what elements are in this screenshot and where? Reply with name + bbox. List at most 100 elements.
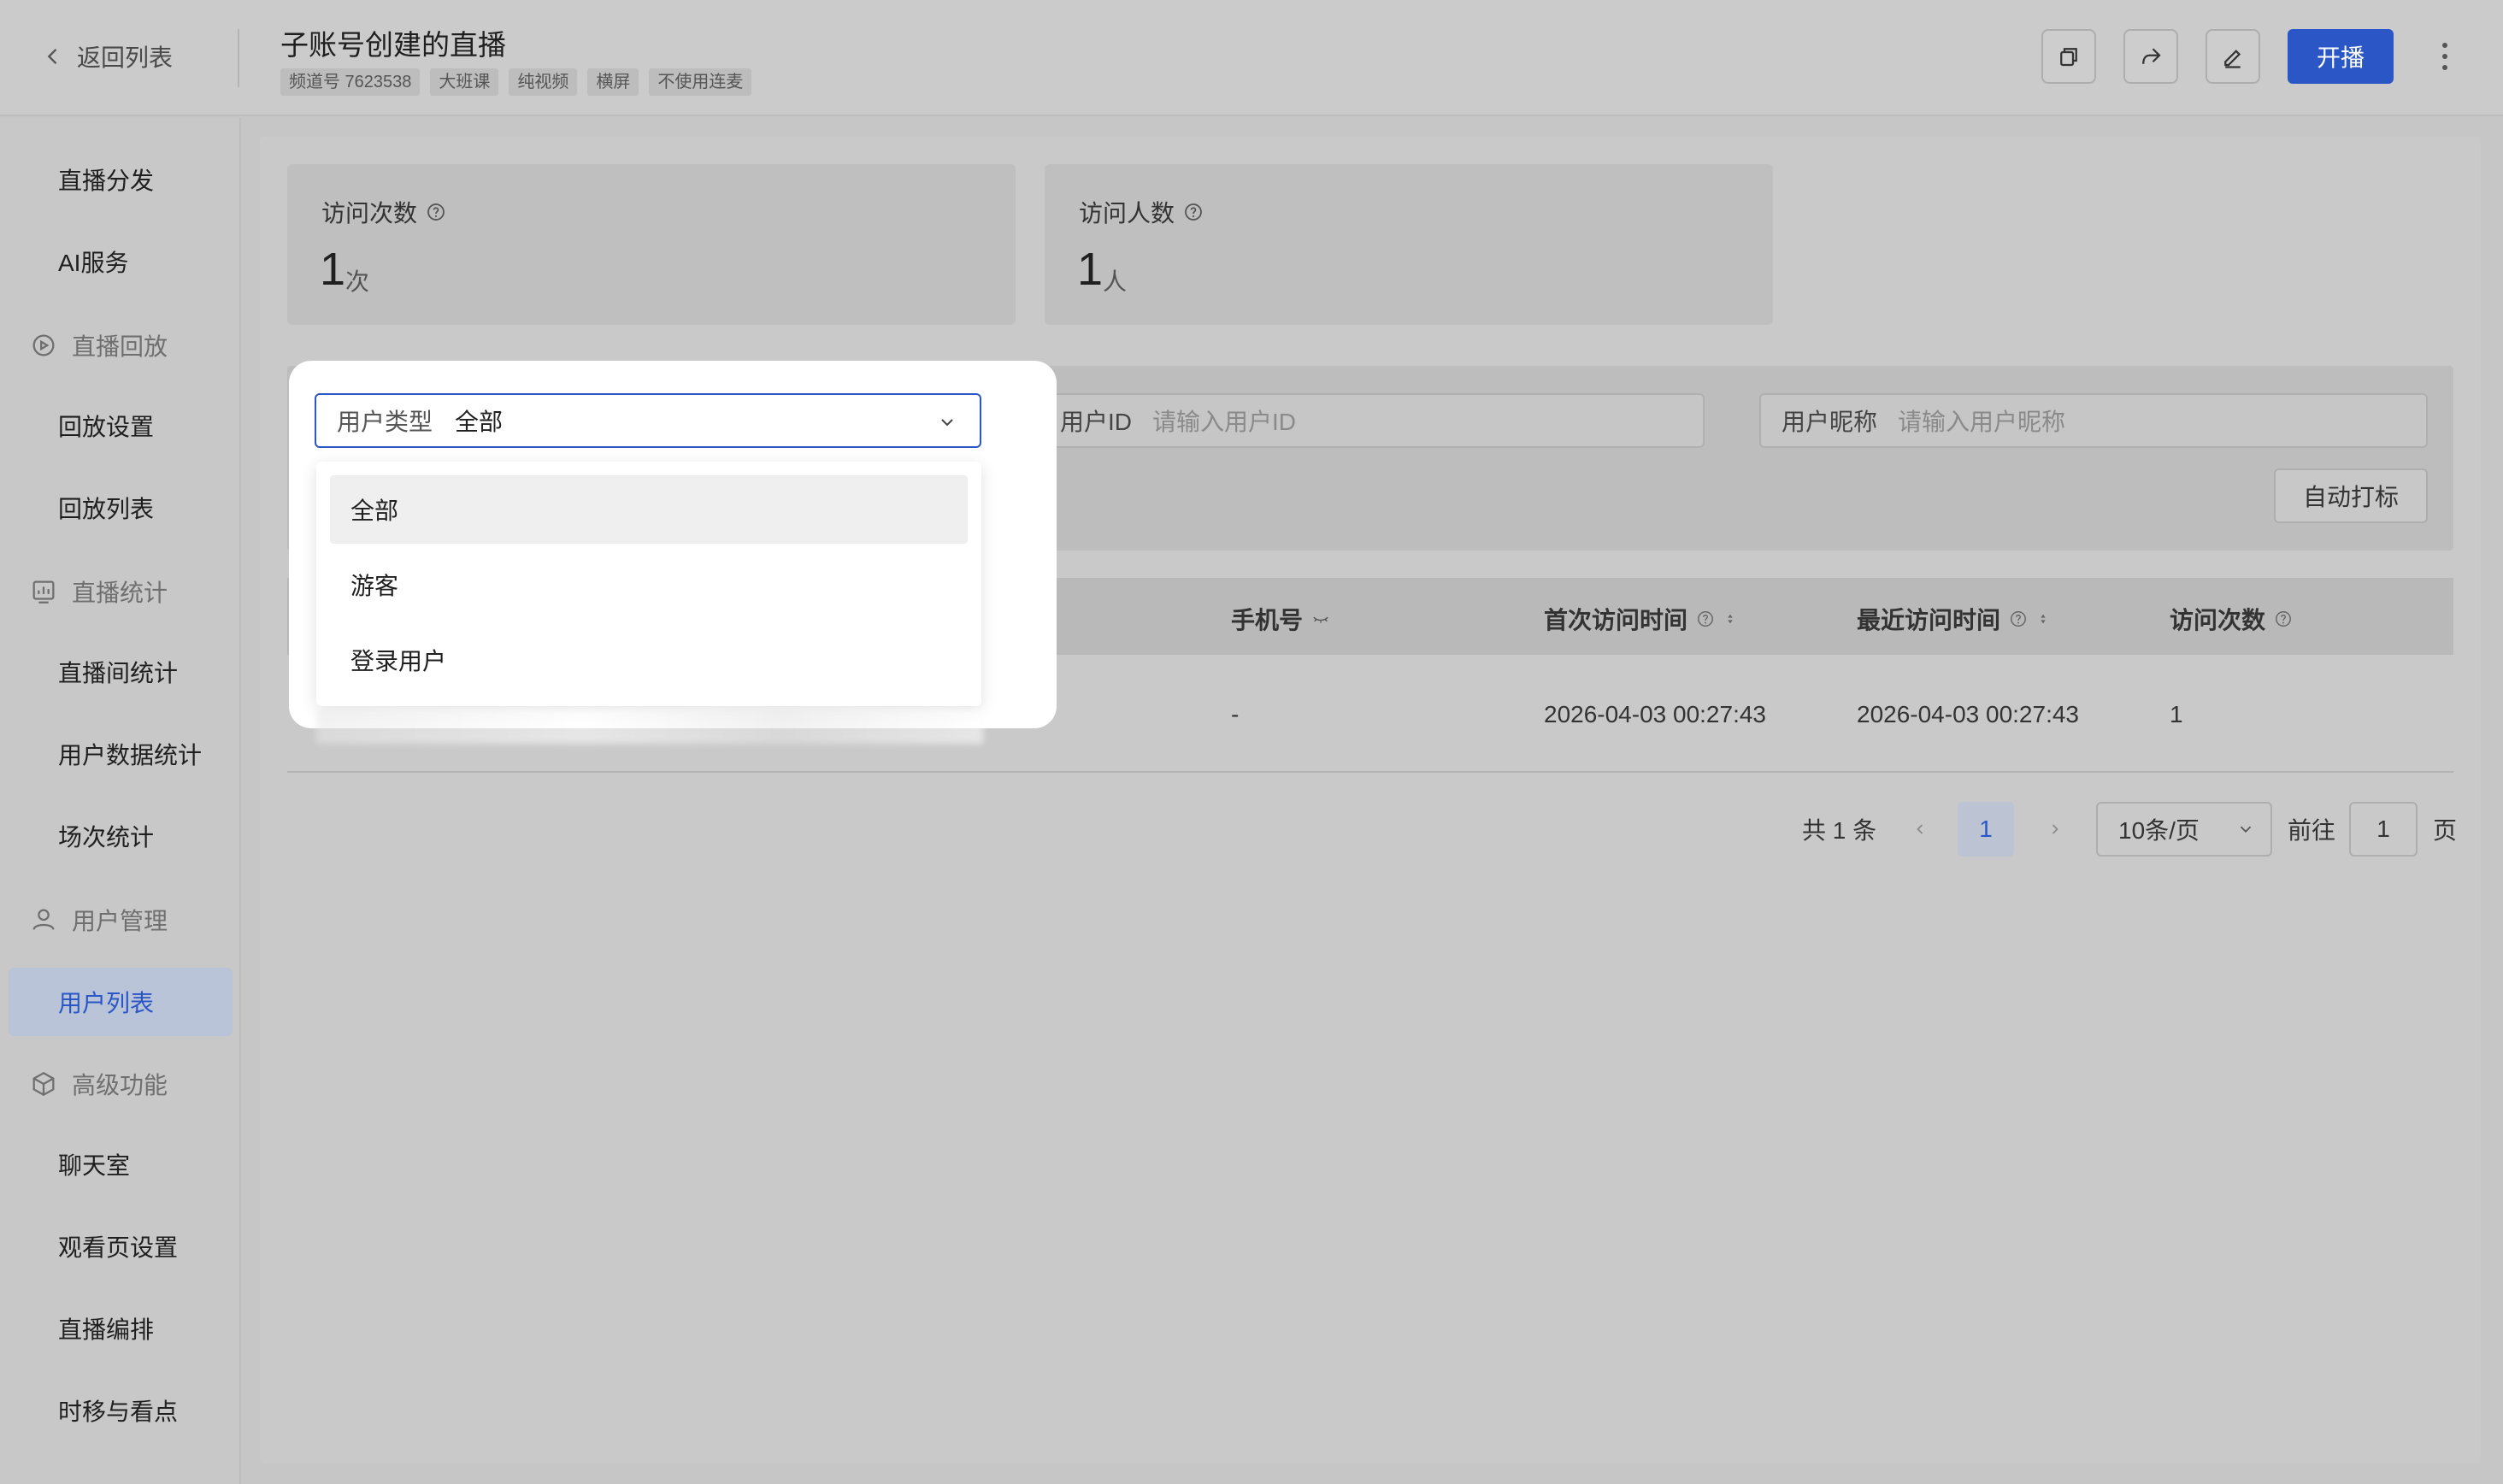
copy-icon	[2060, 48, 2077, 67]
goto-prefix: 前往	[2288, 817, 2336, 844]
tag-class-type: 大班课	[430, 68, 499, 96]
sort-icon[interactable]	[2036, 610, 2050, 628]
sidebar-group-user-management[interactable]: 用户管理	[29, 903, 168, 937]
user-type-label: 用户类型	[337, 409, 433, 435]
column-last-visit[interactable]: 最近访问时间	[1857, 602, 2050, 636]
page-size-select[interactable]: 10条/页	[2096, 802, 2272, 857]
goto-page-input[interactable]: 1	[2349, 802, 2418, 857]
sidebar-item-session-stats[interactable]: 场次统计	[58, 821, 154, 855]
main-panel	[260, 137, 2481, 1463]
user-id-label: 用户ID	[1060, 409, 1133, 435]
sidebar-group-label: 直播统计	[72, 580, 168, 606]
sidebar-item-ai-service[interactable]: AI服务	[58, 246, 128, 280]
chevron-right-icon	[2052, 824, 2058, 834]
stat-unit: 次	[345, 268, 370, 295]
more-dot-icon	[2442, 65, 2447, 70]
auto-tag-button[interactable]: 自动打标	[2274, 468, 2428, 523]
nickname-label: 用户昵称	[1782, 409, 1878, 435]
edit-button[interactable]	[2206, 29, 2260, 84]
sidebar-group-label: 用户管理	[72, 908, 168, 934]
sidebar-item-chatroom[interactable]: 聊天室	[58, 1149, 130, 1183]
sidebar-group-replay[interactable]: 直播回放	[29, 328, 168, 362]
chart-icon	[32, 580, 55, 604]
tag-orientation: 横屏	[587, 68, 639, 96]
more-dot-icon	[2442, 54, 2447, 59]
cell-first-visit: 2026-04-03 00:27:43	[1544, 701, 1766, 727]
user-type-dropdown-menu: 全部 游客 登录用户	[316, 462, 981, 706]
tag-video-type: 纯视频	[509, 68, 578, 96]
column-label: 访问次数	[2170, 607, 2266, 633]
user-type-value: 全部	[455, 409, 504, 435]
help-icon[interactable]	[1696, 610, 1715, 628]
copy-button[interactable]	[2041, 29, 2096, 84]
help-icon[interactable]	[2274, 610, 2293, 628]
option-guest[interactable]: 游客	[330, 551, 968, 619]
column-label: 手机号	[1231, 607, 1304, 633]
header-divider	[238, 29, 239, 87]
sidebar-group-label: 高级功能	[72, 1072, 168, 1098]
option-all[interactable]: 全部	[330, 475, 968, 544]
help-icon[interactable]	[1183, 202, 1204, 222]
goto-suffix: 页	[2433, 817, 2458, 844]
column-label: 首次访问时间	[1544, 607, 1688, 633]
stat-value: 1	[320, 244, 346, 295]
sidebar-item-user-list[interactable]: 用户列表	[9, 968, 233, 1036]
chevron-left-icon	[1917, 824, 1923, 834]
column-first-visit[interactable]: 首次访问时间	[1544, 602, 1737, 636]
user-type-select[interactable]: 用户类型 全部	[315, 393, 981, 448]
next-page-button[interactable]	[2047, 802, 2064, 857]
sidebar-item-room-stats[interactable]: 直播间统计	[58, 657, 178, 691]
more-dot-icon	[2442, 43, 2447, 48]
back-label: 返回列表	[77, 44, 174, 71]
stat-card-visits: 访问次数 1 次	[287, 164, 1016, 325]
page-number-current[interactable]: 1	[1958, 802, 2014, 857]
help-icon[interactable]	[426, 202, 446, 222]
blurred-table-content	[316, 710, 983, 744]
sidebar-item-distribution[interactable]: 直播分发	[58, 164, 154, 198]
sidebar-item-label: 用户列表	[58, 990, 155, 1016]
top-header: 返回列表 子账号创建的直播 频道号 7623538 大班课 纯视频 横屏 不使用…	[0, 0, 2503, 116]
sidebar-group-statistics[interactable]: 直播统计	[29, 574, 168, 609]
back-to-list-button[interactable]: 返回列表	[41, 39, 173, 74]
cell-phone: -	[1231, 701, 1240, 727]
prev-page-button[interactable]	[1911, 802, 1929, 857]
more-menu-button[interactable]	[2428, 29, 2462, 84]
sidebar-item-replay-list[interactable]: 回放列表	[58, 492, 154, 527]
sidebar-item-replay-settings[interactable]: 回放设置	[58, 410, 154, 445]
cell-last-visit: 2026-04-03 00:27:43	[1857, 701, 2079, 727]
help-icon[interactable]	[2009, 610, 2028, 628]
eye-closed-icon[interactable]	[1311, 610, 1330, 628]
sidebar-group-advanced[interactable]: 高级功能	[29, 1067, 168, 1101]
chevron-down-icon	[2240, 826, 2252, 833]
sidebar-item-user-data-stats[interactable]: 用户数据统计	[58, 739, 202, 773]
user-icon	[32, 909, 55, 930]
column-label: 最近访问时间	[1857, 607, 2001, 633]
cell-visit-count: 1	[2170, 701, 2183, 727]
share-button[interactable]	[2123, 29, 2178, 84]
pagination-total: 共 1 条	[1802, 817, 1877, 844]
nickname-input[interactable]: 用户昵称 请输入用户昵称	[1759, 393, 2428, 448]
stat-card-visitors: 访问人数 1 人	[1045, 164, 1773, 325]
replay-icon	[32, 334, 55, 356]
page-title: 子账号创建的直播	[280, 29, 506, 61]
start-live-button[interactable]: 开播	[2288, 29, 2394, 84]
channel-tags: 频道号 7623538 大班课 纯视频 横屏 不使用连麦	[280, 68, 752, 96]
chevron-left-icon	[47, 49, 57, 64]
stat-label: 访问人数	[1079, 195, 1204, 229]
column-visit-count: 访问次数	[2170, 602, 2293, 636]
sidebar-group-label: 直播回放	[72, 333, 168, 360]
stat-value: 1	[1077, 244, 1104, 295]
user-id-input[interactable]: 用户ID 请输入用户ID	[1038, 393, 1705, 448]
sidebar-item-timeshift[interactable]: 时移与看点	[58, 1395, 178, 1429]
sidebar: 直播分发 AI服务 直播回放 回放设置 回放列表 直播统计 直播间统计 用户数据…	[0, 118, 241, 1484]
stat-unit: 人	[1103, 268, 1128, 295]
sidebar-item-watch-page-settings[interactable]: 观看页设置	[58, 1231, 178, 1265]
sidebar-item-live-arrangement[interactable]: 直播编排	[58, 1313, 154, 1347]
chevron-down-icon	[941, 419, 953, 427]
page-size-value: 10条/页	[2118, 817, 2200, 844]
tag-channel-id: 频道号 7623538	[280, 68, 421, 96]
stat-label-text: 访问次数	[321, 200, 418, 227]
share-icon	[2142, 48, 2161, 64]
option-logged-in-user[interactable]: 登录用户	[330, 626, 968, 694]
sort-icon[interactable]	[1723, 610, 1737, 628]
